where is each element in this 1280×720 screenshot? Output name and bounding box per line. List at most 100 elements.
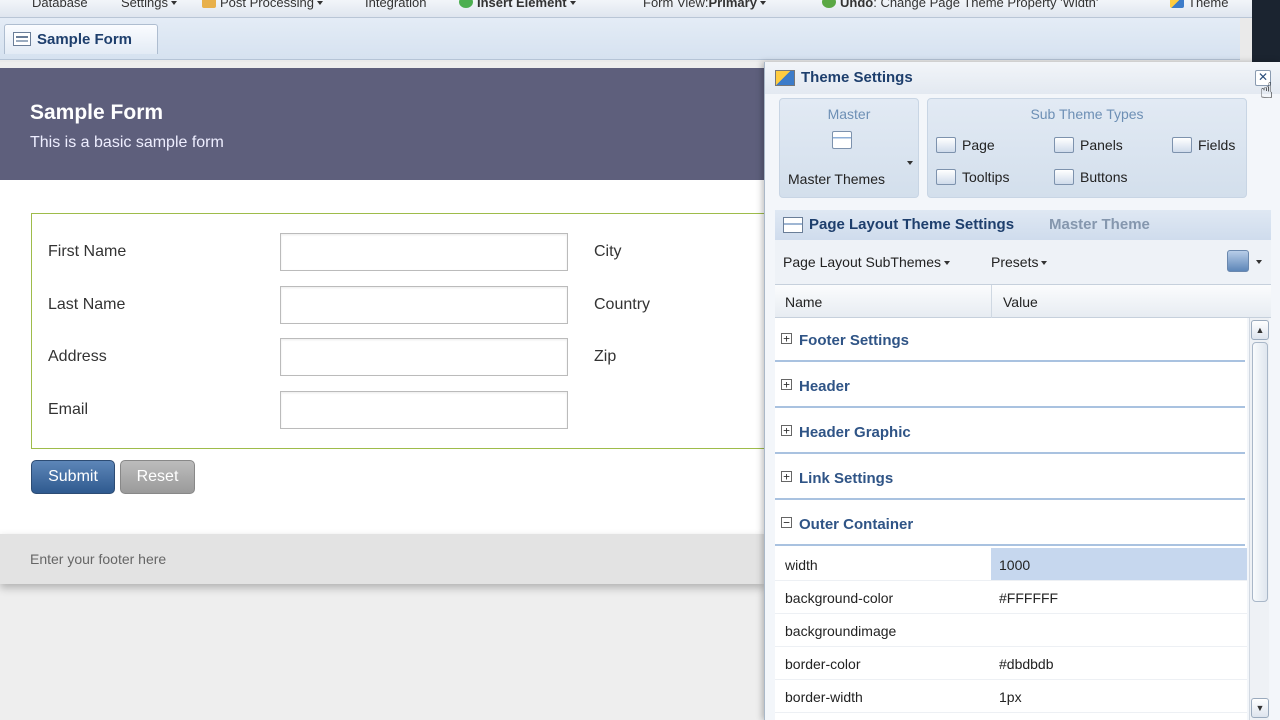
main-toolbar: Database Settings Post Processing Integr… bbox=[0, 0, 1252, 18]
value-column-header[interactable]: Value bbox=[1003, 294, 1038, 310]
group-label: Header bbox=[799, 378, 850, 395]
undo-button[interactable]: Undo: Change Page Theme Property 'Width' bbox=[822, 0, 1098, 10]
panels-subtheme-button[interactable]: Panels bbox=[1054, 137, 1123, 153]
reset-button[interactable]: Reset bbox=[120, 460, 195, 494]
collapse-icon[interactable]: − bbox=[781, 517, 792, 528]
footer-text: Enter your footer here bbox=[30, 551, 167, 567]
tab-bar: Sample Form bbox=[0, 18, 1240, 60]
property-row-border-width[interactable]: border-width 1px bbox=[775, 680, 1247, 713]
sub-group-title: Sub Theme Types bbox=[1030, 106, 1144, 122]
undo-label: Undo bbox=[840, 0, 874, 10]
fields-label: Fields bbox=[1198, 137, 1236, 153]
group-footer-settings[interactable]: + Footer Settings bbox=[775, 318, 1245, 362]
database-menu[interactable]: Database bbox=[32, 0, 88, 10]
city-label: City bbox=[594, 243, 622, 260]
theme-icon bbox=[775, 70, 795, 86]
property-name: backgroundimage bbox=[785, 623, 897, 639]
layout-icon bbox=[783, 217, 803, 233]
property-grid: + Footer Settings + Header + Header Grap… bbox=[775, 318, 1247, 720]
tab-label: Sample Form bbox=[37, 31, 133, 48]
expand-icon[interactable]: + bbox=[781, 425, 792, 436]
tab-sample-form[interactable]: Sample Form bbox=[4, 24, 158, 54]
form-header[interactable]: Sample Form This is a basic sample form bbox=[0, 68, 764, 180]
chevron-down-icon[interactable] bbox=[1256, 260, 1262, 264]
group-label: Link Settings bbox=[799, 470, 894, 487]
buttons-label: Buttons bbox=[1080, 169, 1128, 185]
page-label: Page bbox=[962, 137, 995, 153]
settings-label: Settings bbox=[121, 0, 168, 10]
theme-label: Theme bbox=[1188, 0, 1229, 10]
property-grid-scrollbar[interactable]: ▲ ▼ bbox=[1249, 318, 1269, 720]
panel-titlebar[interactable]: Theme Settings ✕ ☝ bbox=[765, 62, 1280, 103]
presets-dropdown[interactable]: Presets bbox=[991, 254, 1048, 270]
group-link-settings[interactable]: + Link Settings bbox=[775, 456, 1245, 500]
property-value-cell[interactable]: #dbdbdb bbox=[991, 647, 1247, 679]
tooltips-label: Tooltips bbox=[962, 169, 1010, 185]
post-processing-menu[interactable]: Post Processing bbox=[202, 0, 323, 10]
group-header[interactable]: + Header bbox=[775, 364, 1245, 408]
scroll-up-icon[interactable]: ▲ bbox=[1251, 320, 1269, 340]
zip-label: Zip bbox=[594, 348, 617, 365]
tooltips-subtheme-button[interactable]: Tooltips bbox=[936, 169, 1009, 185]
chevron-down-icon bbox=[170, 1, 177, 5]
property-row-background-image[interactable]: backgroundimage bbox=[775, 614, 1247, 647]
property-value-cell[interactable]: 1000 bbox=[991, 548, 1247, 580]
page-subtheme-button[interactable]: Page bbox=[936, 137, 995, 153]
property-name: background-color bbox=[785, 590, 894, 606]
property-value-cell[interactable] bbox=[991, 614, 1247, 646]
submit-button[interactable]: Submit bbox=[31, 460, 115, 494]
form-view-label: Form View: bbox=[643, 0, 709, 10]
property-row-background-color[interactable]: background-color #FFFFFF bbox=[775, 581, 1247, 614]
property-row-width[interactable]: width 1000 bbox=[775, 548, 1247, 581]
integration-label: Integration bbox=[365, 0, 427, 10]
form-view-menu[interactable]: Form View:Primary bbox=[643, 0, 766, 10]
form-icon bbox=[13, 32, 31, 46]
name-column-header[interactable]: Name bbox=[785, 294, 822, 310]
group-outer-container[interactable]: − Outer Container bbox=[775, 502, 1245, 546]
envelope-icon bbox=[202, 0, 216, 8]
fields-icon bbox=[1172, 137, 1192, 153]
buttons-icon bbox=[1054, 169, 1074, 185]
column-divider[interactable] bbox=[991, 285, 992, 319]
property-value-cell[interactable]: #FFFFFF bbox=[991, 581, 1247, 613]
chevron-down-icon bbox=[1041, 261, 1048, 265]
insert-element-label: Insert Element bbox=[477, 0, 567, 10]
last-name-input[interactable] bbox=[280, 286, 568, 324]
form-title: Sample Form bbox=[30, 101, 164, 124]
property-row-border-color[interactable]: border-color #dbdbdb bbox=[775, 647, 1247, 680]
save-icon[interactable] bbox=[1227, 250, 1249, 272]
scroll-down-icon[interactable]: ▼ bbox=[1251, 698, 1269, 718]
expand-icon[interactable]: + bbox=[781, 471, 792, 482]
expand-icon[interactable]: + bbox=[781, 333, 792, 344]
theme-menu[interactable]: Theme bbox=[1170, 0, 1228, 10]
chevron-down-icon bbox=[944, 261, 950, 265]
insert-element-menu[interactable]: Insert Element bbox=[459, 0, 576, 10]
chevron-down-icon bbox=[316, 1, 323, 5]
property-grid-header: Name Value bbox=[775, 284, 1271, 319]
master-group: Master Master Themes bbox=[779, 98, 919, 198]
form-footer[interactable]: Enter your footer here bbox=[0, 534, 764, 584]
settings-menu[interactable]: Settings bbox=[121, 0, 177, 10]
buttons-subtheme-button[interactable]: Buttons bbox=[1054, 169, 1127, 185]
form-view-value: Primary bbox=[708, 0, 757, 10]
expand-icon[interactable]: + bbox=[781, 379, 792, 390]
chevron-down-icon bbox=[759, 1, 766, 5]
first-name-input[interactable] bbox=[280, 233, 568, 271]
subthemes-dropdown[interactable]: Page Layout SubThemes bbox=[783, 254, 950, 270]
fields-subtheme-button[interactable]: Fields bbox=[1172, 137, 1235, 153]
master-themes-button[interactable]: Master Themes bbox=[788, 171, 885, 187]
page-layout-header: Page Layout Theme Settings Master Theme bbox=[775, 210, 1271, 240]
chevron-down-icon[interactable] bbox=[907, 161, 913, 165]
scroll-thumb[interactable] bbox=[1252, 342, 1268, 602]
group-label: Outer Container bbox=[799, 516, 914, 533]
property-value-cell[interactable]: 1px bbox=[991, 680, 1247, 712]
fields-panel[interactable]: First Name City Last Name Country Addres… bbox=[31, 213, 771, 449]
property-value: #dbdbdb bbox=[999, 656, 1054, 672]
group-header-graphic[interactable]: + Header Graphic bbox=[775, 410, 1245, 454]
integration-menu[interactable]: Integration bbox=[365, 0, 426, 10]
email-input[interactable] bbox=[280, 391, 568, 429]
panel-title: Theme Settings bbox=[801, 69, 913, 86]
address-input[interactable] bbox=[280, 338, 568, 376]
master-themes-label: Master Themes bbox=[788, 171, 885, 187]
country-label: Country bbox=[594, 296, 651, 313]
